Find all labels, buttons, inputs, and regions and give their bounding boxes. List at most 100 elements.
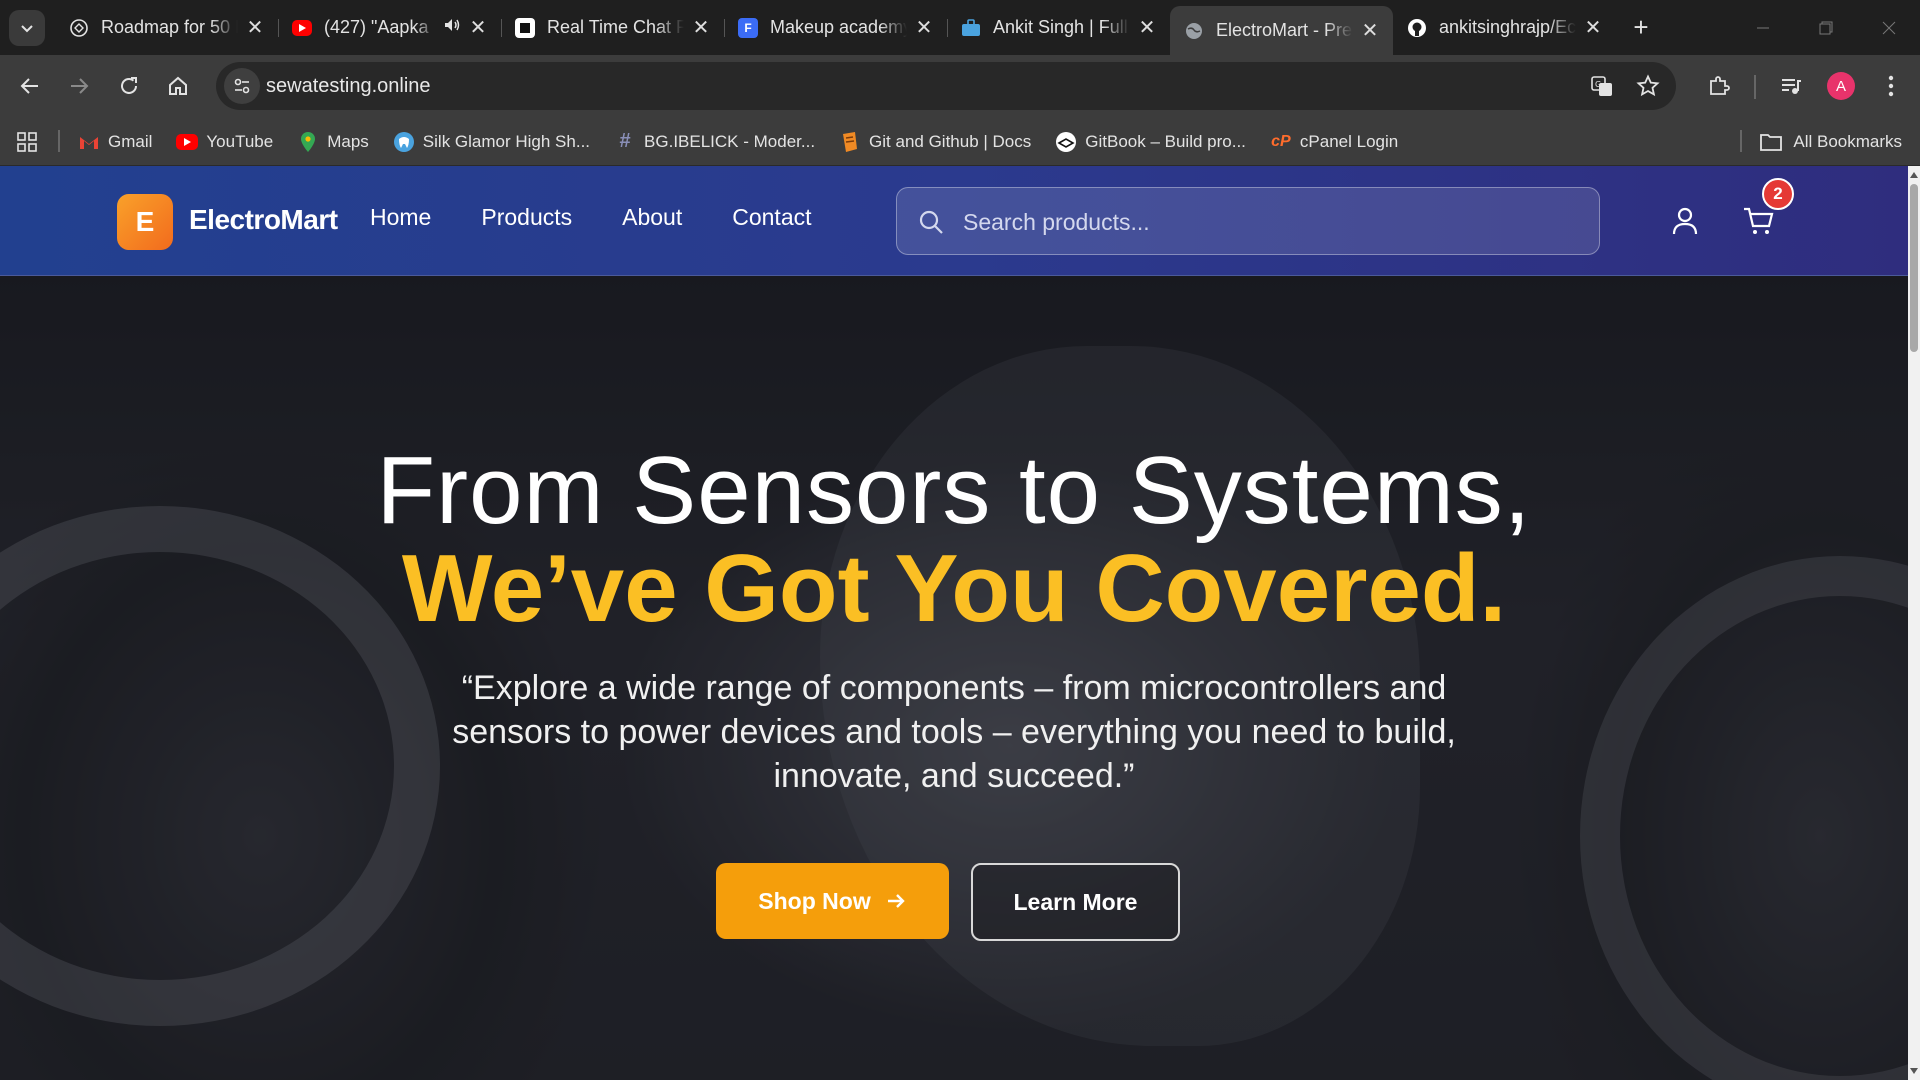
browser-menu-button[interactable] [1872,67,1910,105]
briefcase-icon [961,18,981,38]
browser-tab[interactable]: Ankit Singh | Full ✕ [947,6,1170,49]
bookmark-gmail[interactable]: Gmail [78,131,152,153]
tab-close-icon[interactable]: ✕ [1136,17,1158,39]
site-info-button[interactable] [224,68,260,104]
apps-button[interactable] [14,129,40,155]
all-bookmarks-button[interactable]: All Bookmarks [1759,117,1902,166]
new-tab-button[interactable]: + [1622,6,1660,49]
avatar: A [1827,72,1855,100]
account-button[interactable] [1668,204,1702,238]
speaker-icon[interactable] [443,16,461,39]
bookmark-label: Git and Github | Docs [869,131,1032,151]
chat-app-icon [515,17,535,38]
bookmark-youtube[interactable]: YouTube [176,132,273,152]
profile-button[interactable]: A [1822,67,1860,105]
chevron-down-icon [21,25,33,33]
tab-title: ElectroMart - Pre [1216,20,1353,40]
bookmark-label: cPanel Login [1299,131,1399,151]
bookmark-bg-ibelick[interactable]: # BG.IBELICK - Moder... [614,130,815,153]
shop-now-button[interactable]: Shop Now [716,863,949,939]
close-window-button[interactable] [1857,0,1920,55]
browser-tab[interactable]: F Makeup academy ✕ [724,6,947,49]
scroll-down-icon[interactable] [1910,1068,1918,1074]
bookmarks-divider [58,130,60,152]
translate-button[interactable]: G [1588,72,1616,100]
scrollbar-thumb[interactable] [1910,184,1918,352]
bookmark-star-button[interactable] [1634,72,1662,100]
nav-products[interactable]: Products [481,204,572,231]
puzzle-icon [1710,76,1730,95]
bookmark-silk-glamor[interactable]: Silk Glamor High Sh... [393,131,590,153]
tab-close-icon[interactable]: ✕ [913,17,935,39]
tab-close-icon[interactable]: ✕ [1582,17,1604,39]
back-button[interactable] [11,67,49,105]
gitbook-icon [1055,131,1077,153]
arrow-left-icon [20,78,38,94]
cpanel-icon: cP [1271,132,1291,150]
forward-button[interactable] [60,67,98,105]
close-icon [1882,21,1895,34]
arrow-right-icon [887,894,905,908]
tab-close-icon[interactable]: ✕ [690,17,712,39]
search-icon [919,210,943,234]
svg-text:G: G [1595,80,1601,89]
plus-icon: + [1633,12,1649,42]
bookmark-git-github-docs[interactable]: Git and Github | Docs [839,131,1031,153]
restore-icon [1819,21,1832,34]
address-bar[interactable]: sewatesting.online G [216,62,1676,110]
hero-section: From Sensors to Systems, We’ve Got You C… [0,276,1908,1080]
nav-about[interactable]: About [622,204,682,231]
arrow-right-icon [71,78,89,94]
bookmark-gitbook[interactable]: GitBook – Build pro... [1055,131,1246,153]
web-page: E ElectroMart Home Products About Contac… [0,166,1908,1080]
tab-close-icon[interactable]: ✕ [1359,20,1381,42]
tab-title: Roadmap for 50 L [101,17,238,37]
home-button[interactable] [159,67,197,105]
bookmark-label: YouTube [206,131,274,151]
nav-contact[interactable]: Contact [732,204,811,231]
nav-home[interactable]: Home [370,204,431,231]
bookmark-cpanel[interactable]: cP cPanel Login [1270,131,1398,153]
extensions-button[interactable] [1700,67,1738,105]
hero-headline-highlight: We’ve Got You Covered. [401,535,1507,642]
browser-tab[interactable]: (427) "Aapka ✕ [278,6,501,49]
scroll-up-icon[interactable] [1910,172,1918,178]
browser-tab-active[interactable]: ElectroMart - Pre ✕ [1170,6,1393,55]
youtube-icon [176,133,199,150]
browser-window: Roadmap for 50 L ✕ (427) "Aapka ✕ Real T… [0,0,1920,1080]
main-nav: Home Products About Contact [370,204,862,231]
learn-more-button[interactable]: Learn More [971,863,1180,941]
media-controls-button[interactable] [1772,67,1810,105]
restore-button[interactable] [1794,0,1857,55]
more-vertical-icon [1888,75,1894,97]
cart-icon [1744,207,1774,234]
page-scrollbar[interactable] [1908,166,1920,1080]
tab-close-icon[interactable]: ✕ [467,17,489,39]
tab-title: Makeup academy [770,17,907,37]
tab-title: Ankit Singh | Full [993,17,1128,37]
browser-tab[interactable]: ankitsinghrajp/Ec ✕ [1393,6,1616,49]
home-icon [169,76,187,95]
brand-name[interactable]: ElectroMart [189,204,338,236]
maps-icon [297,131,319,153]
browser-tab[interactable]: Real Time Chat Pl ✕ [501,6,724,49]
hash-icon: # [619,130,631,152]
reload-button[interactable] [110,67,148,105]
forms-icon: F [738,17,758,38]
product-search [896,187,1600,255]
toolbar-divider [1754,75,1756,99]
translate-icon: G [1591,76,1612,96]
bookmarks-divider [1740,130,1742,152]
folder-icon [1760,133,1783,151]
github-icon [1407,18,1427,38]
bookmark-maps[interactable]: Maps [297,131,369,153]
tab-search-button[interactable] [9,10,45,46]
browser-tab[interactable]: Roadmap for 50 L ✕ [55,6,278,49]
tab-close-icon[interactable]: ✕ [244,17,266,39]
minimize-button[interactable] [1731,0,1794,55]
apps-grid-icon [17,132,37,152]
logo-mark[interactable]: E [117,194,173,250]
url-text[interactable]: sewatesting.online [266,75,431,98]
search-input[interactable] [963,202,1563,242]
youtube-icon [292,19,312,36]
